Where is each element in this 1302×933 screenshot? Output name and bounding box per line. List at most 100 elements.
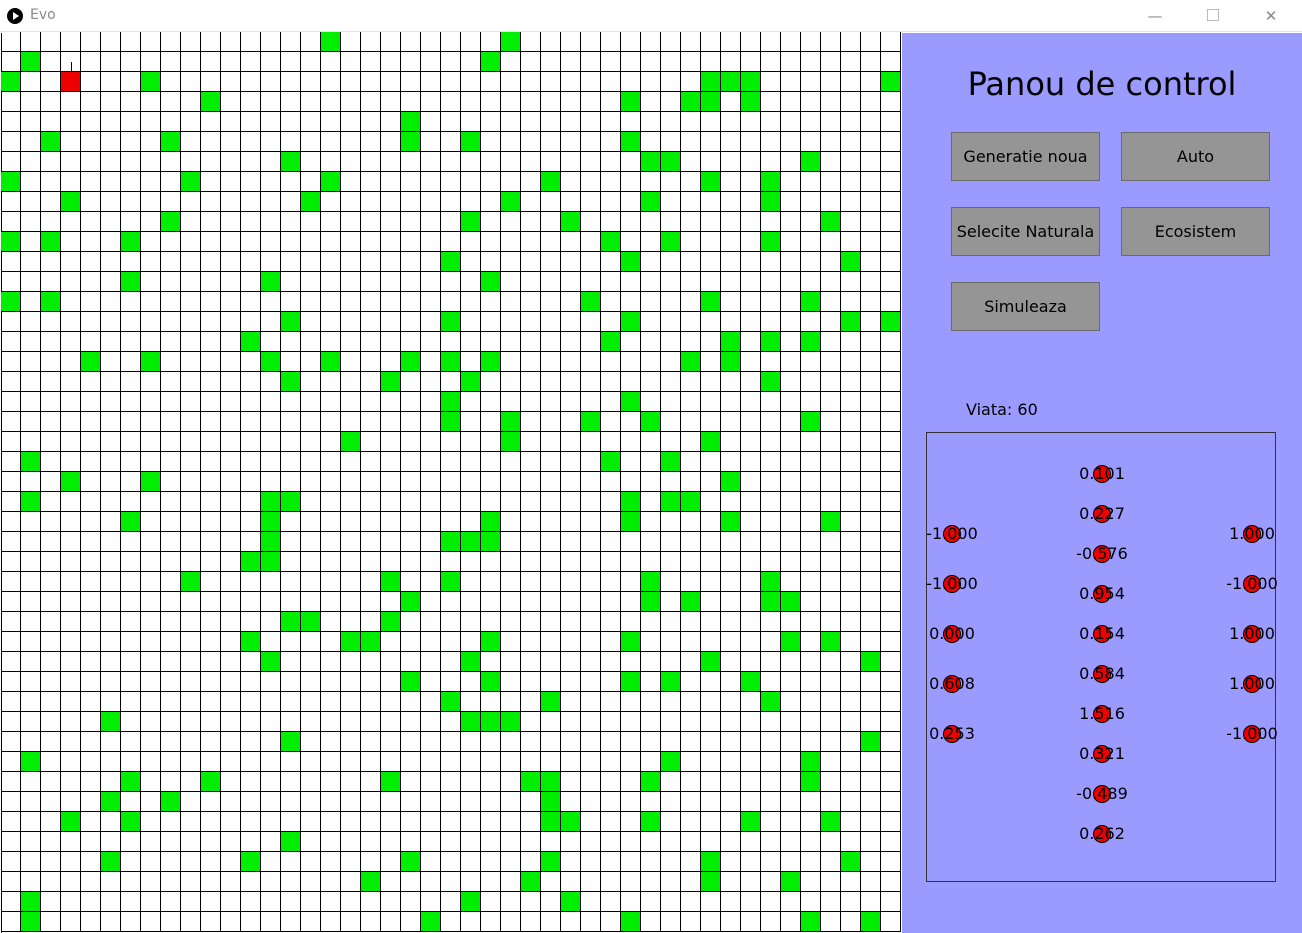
grid-cell: [361, 552, 381, 572]
grid-cell: [641, 232, 661, 252]
grid-cell: [81, 712, 101, 732]
grid-cell: [161, 52, 181, 72]
grid-cell: [561, 192, 581, 212]
grid-cell: [821, 412, 841, 432]
grid-cell: [161, 472, 181, 492]
grid-cell: [781, 292, 801, 312]
grid-cell: [501, 492, 521, 512]
grid-cell: [781, 732, 801, 752]
grid-cell: [161, 272, 181, 292]
grid-cell: [741, 852, 761, 872]
grid-cell: [501, 552, 521, 572]
grid-cell: [781, 152, 801, 172]
grid-cell: [121, 892, 141, 912]
auto-button[interactable]: Auto: [1121, 132, 1270, 181]
grid-cell: [481, 812, 501, 832]
grid-cell: [521, 452, 541, 472]
grid-cell: [201, 252, 221, 272]
food-cell: [841, 852, 861, 872]
window-title: Evo: [30, 7, 56, 23]
food-cell: [721, 472, 741, 492]
grid-cell: [681, 72, 701, 92]
grid-cell: [381, 452, 401, 472]
grid-cell: [361, 172, 381, 192]
grid-cell: [781, 792, 801, 812]
grid-cell: [401, 812, 421, 832]
grid-cell: [581, 272, 601, 292]
grid-cell: [381, 112, 401, 132]
food-cell: [801, 752, 821, 772]
grid-cell: [761, 412, 781, 432]
grid-cell: [421, 792, 441, 812]
new-generation-button[interactable]: Generatie noua: [951, 132, 1100, 181]
grid-cell: [161, 152, 181, 172]
grid-cell: [521, 112, 541, 132]
grid-cell: [381, 312, 401, 332]
grid-cell: [441, 132, 461, 152]
grid-cell: [461, 872, 481, 892]
grid-cell: [141, 212, 161, 232]
grid-cell: [521, 692, 541, 712]
natural-selection-button[interactable]: Selecite Naturala: [951, 207, 1100, 256]
grid-cell: [21, 812, 41, 832]
grid-cell: [701, 452, 721, 472]
grid-cell: [361, 132, 381, 152]
ecosystem-button[interactable]: Ecosistem: [1121, 207, 1270, 256]
grid-cell: [761, 772, 781, 792]
hidden-neuron-value: -0.489: [1076, 784, 1128, 803]
simulate-button[interactable]: Simuleaza: [951, 282, 1100, 331]
grid-cell: [381, 72, 401, 92]
grid-cell: [361, 252, 381, 272]
grid-cell: [321, 192, 341, 212]
grid-cell: [101, 452, 121, 472]
grid-cell: [41, 772, 61, 792]
world-grid[interactable]: [1, 32, 902, 933]
grid-cell: [161, 312, 181, 332]
grid-cell: [441, 592, 461, 612]
grid-cell: [81, 432, 101, 452]
grid-cell: [381, 812, 401, 832]
grid-cell: [221, 232, 241, 252]
grid-cell: [781, 112, 801, 132]
maximize-icon[interactable]: [1184, 0, 1242, 32]
minimize-icon[interactable]: —: [1126, 0, 1184, 32]
grid-cell: [361, 892, 381, 912]
grid-cell: [121, 332, 141, 352]
grid-cell: [401, 492, 421, 512]
grid-cell: [761, 272, 781, 292]
grid-cell: [121, 172, 141, 192]
grid-cell: [261, 612, 281, 632]
food-cell: [481, 672, 501, 692]
grid-cell: [761, 32, 781, 52]
grid-cell: [101, 372, 121, 392]
grid-cell: [41, 152, 61, 172]
close-icon[interactable]: ✕: [1242, 0, 1300, 32]
food-cell: [301, 612, 321, 632]
grid-cell: [341, 572, 361, 592]
grid-cell: [161, 432, 181, 452]
grid-cell: [421, 532, 441, 552]
grid-cell: [1, 552, 21, 572]
grid-cell: [601, 112, 621, 132]
grid-cell: [281, 632, 301, 652]
grid-cell: [801, 632, 821, 652]
food-cell: [121, 272, 141, 292]
grid-cell: [461, 572, 481, 592]
grid-cell: [801, 572, 821, 592]
grid-cell: [381, 592, 401, 612]
grid-cell: [261, 792, 281, 812]
grid-cell: [361, 852, 381, 872]
grid-cell: [281, 752, 301, 772]
food-cell: [361, 632, 381, 652]
food-cell: [121, 232, 141, 252]
grid-cell: [281, 672, 301, 692]
food-cell: [541, 792, 561, 812]
grid-cell: [321, 252, 341, 272]
grid-cell: [341, 352, 361, 372]
grid-cell: [1, 732, 21, 752]
food-cell: [61, 192, 81, 212]
grid-cell: [81, 852, 101, 872]
grid-cell: [421, 692, 441, 712]
food-cell: [201, 92, 221, 112]
grid-cell: [401, 372, 421, 392]
